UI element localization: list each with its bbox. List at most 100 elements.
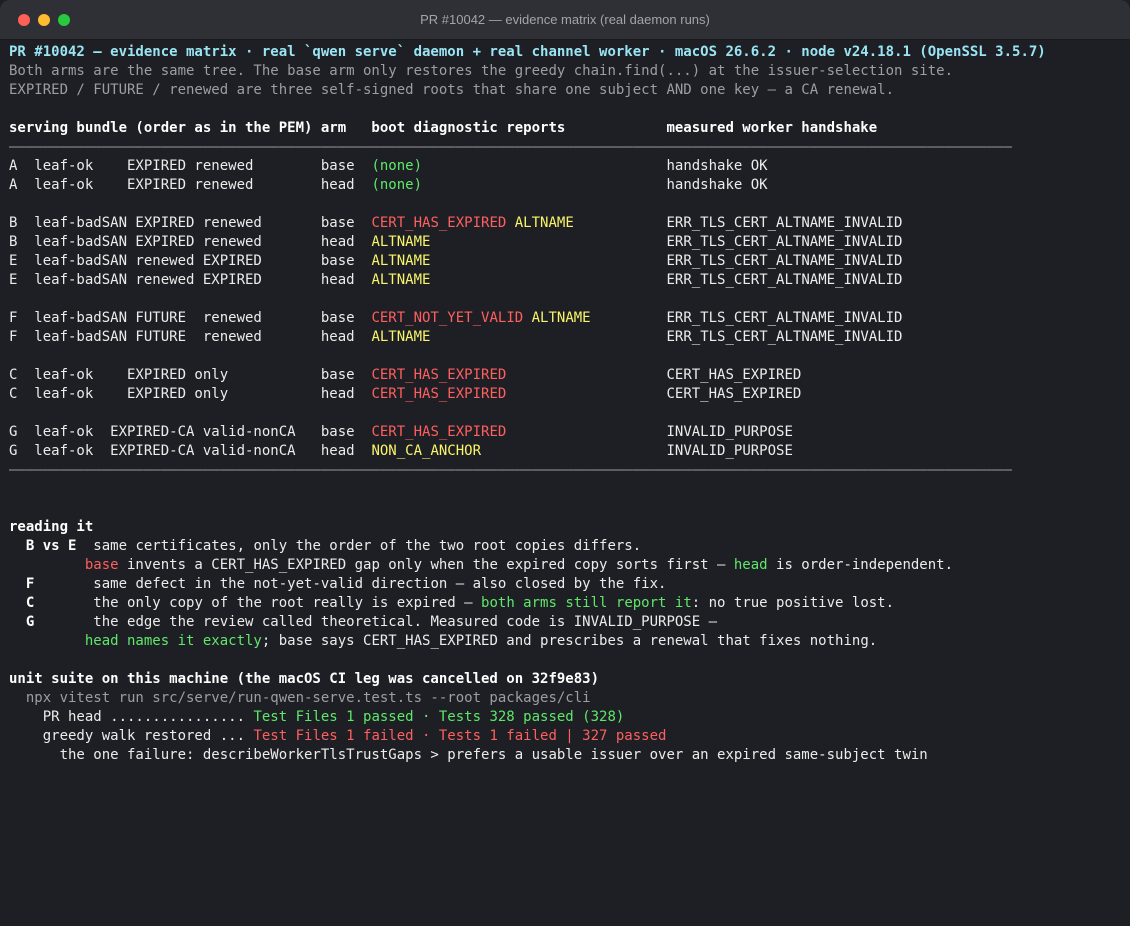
highlight-green: both arms still report it [481, 595, 692, 611]
head-label: head [733, 557, 768, 573]
reading-text: the edge the review called theoretical. … [93, 614, 718, 630]
table-row: F leaf-badSAN FUTURE renewed head ALTNAM… [9, 328, 1124, 347]
table-row: A leaf-ok EXPIRED renewed head (none) ha… [9, 176, 1124, 195]
cell-pad [422, 177, 666, 193]
reading-f: F same defect in the not-yet-valid direc… [9, 575, 1124, 594]
reading-text: : no true positive lost. [691, 595, 895, 611]
highlight-green: head names it exactly [84, 633, 262, 649]
cell-pad [506, 424, 666, 440]
cell-diagnostic: CERT_NOT_YET_VALID [371, 310, 524, 326]
title-bar[interactable]: PR #10042 — evidence matrix (real daemon… [0, 0, 1130, 40]
cell-pad [506, 367, 666, 383]
cell-bundle: C leaf-ok EXPIRED only [9, 367, 321, 383]
table-rule-top: ————————————————————————————————————————… [9, 139, 1013, 155]
cell-handshake: ERR_TLS_CERT_ALTNAME_INVALID [666, 310, 903, 326]
cell-bundle: E leaf-badSAN renewed EXPIRED [9, 272, 321, 288]
result-label: PR head ................ [9, 709, 254, 725]
unit-failure-detail: the one failure: describeWorkerTlsTrustG… [9, 747, 928, 763]
table-row: B leaf-badSAN EXPIRED renewed base CERT_… [9, 214, 1124, 233]
cell-diagnostic: ALTNAME [371, 234, 431, 250]
reading-g: G the edge the review called theoretical… [9, 613, 1124, 632]
cell-diagnostic: CERT_HAS_EXPIRED [371, 424, 507, 440]
reading-text: same certificates, only the order of the… [93, 538, 642, 554]
cell-bundle: B leaf-badSAN EXPIRED renewed [9, 234, 321, 250]
header-line-1: PR #10042 — evidence matrix · real `qwen… [9, 44, 1046, 60]
cell-arm: base [320, 158, 372, 174]
cell-diagnostic: (none) [371, 158, 423, 174]
table-row: C leaf-ok EXPIRED only base CERT_HAS_EXP… [9, 366, 1124, 385]
cell-arm: base [320, 367, 372, 383]
terminal-output[interactable]: PR #10042 — evidence matrix · real `qwen… [9, 43, 1124, 765]
cell-diagnostic-extra: ALTNAME [523, 310, 591, 326]
cell-handshake: handshake OK [666, 177, 768, 193]
cell-diagnostic: NON_CA_ANCHOR [371, 443, 482, 459]
table-row: F leaf-badSAN FUTURE renewed base CERT_N… [9, 309, 1124, 328]
cell-bundle: F leaf-badSAN FUTURE renewed [9, 329, 321, 345]
cell-pad [430, 329, 666, 345]
reading-label: F [9, 576, 94, 592]
cell-diagnostic: CERT_HAS_EXPIRED [371, 215, 507, 231]
reading-c: C the only copy of the root really is ex… [9, 594, 1124, 613]
cell-arm: base [320, 310, 372, 326]
reading-label: B vs E [9, 538, 94, 554]
terminal-window: PR #10042 — evidence matrix (real daemon… [0, 0, 1130, 926]
cell-diagnostic: CERT_HAS_EXPIRED [371, 386, 507, 402]
unit-suite-command: npx vitest run src/serve/run-qwen-serve.… [9, 690, 591, 706]
cell-bundle: G leaf-ok EXPIRED-CA valid-nonCA [9, 424, 321, 440]
unit-greedy-walk: greedy walk restored ... Test Files 1 fa… [9, 727, 1124, 746]
cell-handshake: INVALID_PURPOSE [666, 424, 793, 440]
cell-arm: head [320, 177, 372, 193]
cell-bundle: A leaf-ok EXPIRED renewed [9, 177, 321, 193]
result-label: greedy walk restored ... [9, 728, 254, 744]
table-row: E leaf-badSAN renewed EXPIRED base ALTNA… [9, 252, 1124, 271]
cell-diagnostic: ALTNAME [371, 272, 431, 288]
table-row: C leaf-ok EXPIRED only head CERT_HAS_EXP… [9, 385, 1124, 404]
cell-pad [422, 158, 666, 174]
reading-text: ; base says CERT_HAS_EXPIRED and prescri… [261, 633, 878, 649]
cell-pad [430, 234, 666, 250]
reading-label: C [9, 595, 94, 611]
cell-diagnostic: CERT_HAS_EXPIRED [371, 367, 507, 383]
cell-pad [430, 253, 666, 269]
cell-arm: head [320, 443, 372, 459]
cell-handshake: ERR_TLS_CERT_ALTNAME_INVALID [666, 272, 903, 288]
cell-bundle: G leaf-ok EXPIRED-CA valid-nonCA [9, 443, 321, 459]
table-header: serving bundle (order as in the PEM) arm… [9, 120, 878, 136]
cell-handshake: CERT_HAS_EXPIRED [666, 386, 802, 402]
reading-b-vs-e-detail: base invents a CERT_HAS_EXPIRED gap only… [9, 556, 1124, 575]
cell-bundle: F leaf-badSAN FUTURE renewed [9, 310, 321, 326]
unit-pr-head: PR head ................ Test Files 1 pa… [9, 708, 1124, 727]
cell-arm: head [320, 386, 372, 402]
table-rule-bottom: ————————————————————————————————————————… [9, 462, 1013, 478]
cell-handshake: ERR_TLS_CERT_ALTNAME_INVALID [666, 215, 903, 231]
cell-arm: base [320, 215, 372, 231]
header-line-3: EXPIRED / FUTURE / renewed are three sel… [9, 82, 895, 98]
reading-text: is order-independent. [767, 557, 954, 573]
reading-b-vs-e: B vs E same certificates, only the order… [9, 537, 1124, 556]
cell-arm: base [320, 253, 372, 269]
table-row: G leaf-ok EXPIRED-CA valid-nonCA base CE… [9, 423, 1124, 442]
reading-text: the only copy of the root really is expi… [93, 595, 482, 611]
cell-arm: base [320, 424, 372, 440]
cell-diagnostic: ALTNAME [371, 253, 431, 269]
cell-pad [574, 215, 667, 231]
result-fail: Test Files 1 failed · Tests 1 failed | 3… [253, 728, 667, 744]
cell-handshake: ERR_TLS_CERT_ALTNAME_INVALID [666, 234, 903, 250]
cell-bundle: A leaf-ok EXPIRED renewed [9, 158, 321, 174]
reading-text: invents a CERT_HAS_EXPIRED gap only when… [118, 557, 734, 573]
result-pass: Test Files 1 passed · Tests 328 passed (… [253, 709, 625, 725]
unit-suite-title: unit suite on this machine (the macOS CI… [9, 671, 600, 687]
table-row: E leaf-badSAN renewed EXPIRED head ALTNA… [9, 271, 1124, 290]
cell-bundle: B leaf-badSAN EXPIRED renewed [9, 215, 321, 231]
cell-handshake: handshake OK [666, 158, 768, 174]
cell-pad [506, 386, 666, 402]
cell-handshake: ERR_TLS_CERT_ALTNAME_INVALID [666, 329, 903, 345]
